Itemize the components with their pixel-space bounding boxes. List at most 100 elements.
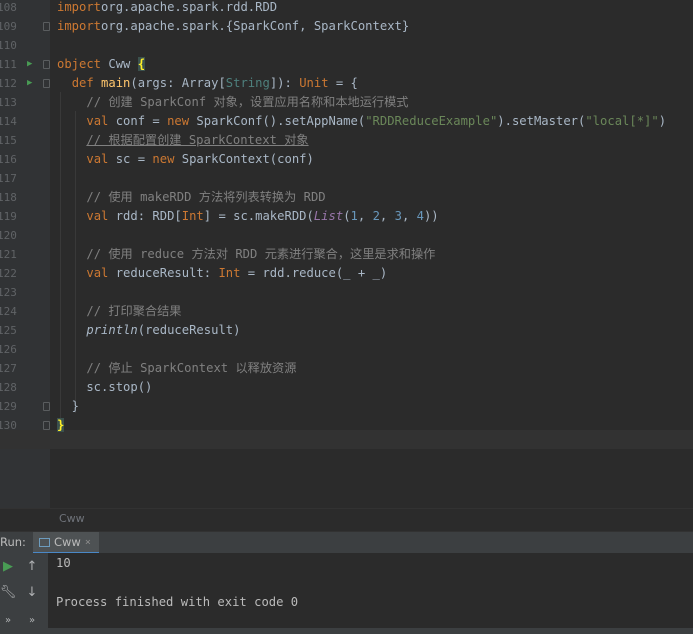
run-gutter-icon[interactable]: ▶	[27, 74, 32, 93]
code-token: Int	[218, 266, 241, 280]
code-token: {	[137, 57, 146, 71]
code-token: )	[658, 114, 667, 128]
line-number: 109	[0, 17, 50, 36]
code-line[interactable]: val rdd: RDD[Int] = sc.makeRDD(List(1, 2…	[57, 207, 439, 226]
code-line[interactable]: println(reduceResult)	[57, 321, 240, 340]
code-line[interactable]: val reduceResult: Int = rdd.reduce(_ + _…	[57, 264, 387, 283]
line-number: 128	[0, 378, 50, 397]
code-line[interactable]: importorg.apache.spark.rdd.RDD	[57, 0, 277, 17]
code-token: Unit	[299, 76, 329, 90]
code-token: }	[57, 399, 80, 413]
code-token: Cww	[101, 57, 138, 71]
code-token: sc.stop()	[57, 380, 153, 394]
line-number-text: 116	[0, 153, 17, 166]
code-line[interactable]: val sc = new SparkContext(conf)	[57, 150, 314, 169]
line-number: 116	[0, 150, 50, 169]
code-token: ,	[379, 209, 395, 223]
code-token: ).setMaster(	[497, 114, 586, 128]
code-line[interactable]: def main(args: Array[String]): Unit = {	[57, 74, 358, 93]
wrench-icon[interactable]: 🔧︎	[0, 583, 18, 603]
code-line[interactable]: }	[57, 416, 65, 435]
code-token: conf =	[108, 114, 168, 128]
code-line[interactable]: // 根据配置创建 SparkContext 对象	[57, 131, 309, 150]
code-token: // 创建 SparkConf 对象，设置应用名称和本地运行模式	[86, 95, 409, 109]
code-editor[interactable]: 108 109 110 111 ▶ 112 ▶ 113 114 115 116 117 118 119 12…	[0, 0, 693, 508]
fold-marker-icon[interactable]	[43, 22, 50, 31]
code-token: (reduceResult)	[137, 323, 241, 337]
close-icon[interactable]: ×	[85, 537, 91, 548]
code-token: SparkConf().setAppName(	[189, 114, 366, 128]
run-panel-header: Run: Cww ×	[0, 531, 693, 554]
console-output[interactable]: 10 Process finished with exit code 0	[48, 553, 693, 634]
console-line: 10	[56, 556, 71, 570]
run-tab-cww[interactable]: Cww ×	[33, 532, 99, 554]
code-line[interactable]: // 使用 makeRDD 方法将列表转换为 RDD	[57, 188, 326, 207]
code-token: ] = sc.makeRDD(	[203, 209, 314, 223]
line-number-text: 128	[0, 381, 17, 394]
code-line[interactable]: // 使用 reduce 方法对 RDD 元素进行聚合，这里是求和操作	[57, 245, 435, 264]
scroll-down-icon[interactable]: ↓	[22, 583, 42, 603]
code-token: SparkContext(conf)	[174, 152, 314, 166]
scroll-up-icon[interactable]: ↑	[22, 557, 42, 577]
line-number: 123	[0, 283, 50, 302]
code-token: ))	[423, 209, 439, 223]
code-line[interactable]: // 打印聚合结果	[57, 302, 181, 321]
code-token: List	[313, 209, 344, 223]
code-line[interactable]: // 停止 SparkContext 以释放资源	[57, 359, 296, 378]
code-token: // 使用 makeRDD 方法将列表转换为 RDD	[86, 190, 326, 204]
code-token: 2	[372, 209, 380, 223]
code-token: val	[86, 209, 109, 223]
code-token: main	[101, 76, 131, 90]
code-line[interactable]: val conf = new SparkConf().setAppName("R…	[57, 112, 666, 131]
code-token: import	[57, 19, 102, 33]
line-number: 108	[0, 0, 50, 17]
fold-marker-icon[interactable]	[43, 421, 50, 430]
line-number-text: 124	[0, 305, 17, 318]
rerun-icon[interactable]: ▶	[0, 557, 18, 577]
fold-marker-icon[interactable]	[43, 79, 50, 88]
line-number-text: 118	[0, 191, 17, 204]
code-token: org.apache.spark.{SparkConf, SparkContex…	[101, 19, 410, 33]
run-tab-label: Cww	[54, 535, 81, 549]
code-token: import	[57, 0, 102, 14]
code-token: // 停止 SparkContext 以释放资源	[86, 361, 297, 375]
code-line[interactable]: importorg.apache.spark.{SparkConf, Spark…	[57, 17, 409, 36]
code-token: (args: Array[	[130, 76, 226, 90]
current-line-highlight	[0, 430, 693, 449]
code-token: new	[152, 152, 175, 166]
line-number-text: 125	[0, 324, 17, 337]
code-line[interactable]: sc.stop()	[57, 378, 152, 397]
code-token: = rdd.reduce(_ + _)	[240, 266, 388, 280]
code-token: // 根据配置创建 SparkContext 对象	[86, 133, 309, 147]
code-line[interactable]: object Cww {	[57, 55, 146, 74]
breadcrumb[interactable]: Cww	[0, 508, 693, 530]
line-number: 110	[0, 36, 50, 55]
run-gutter-icon[interactable]: ▶	[27, 55, 32, 74]
code-line[interactable]: // 创建 SparkConf 对象，设置应用名称和本地运行模式	[57, 93, 408, 112]
code-token: Int	[181, 209, 204, 223]
code-token: val	[86, 152, 109, 166]
line-number-text: 123	[0, 286, 17, 299]
console-icon	[39, 537, 50, 547]
line-number-text: 127	[0, 362, 17, 375]
code-token: "local[*]"	[585, 114, 659, 128]
line-number: 122	[0, 264, 50, 283]
line-number: 113	[0, 93, 50, 112]
breadcrumb-object[interactable]: Cww	[59, 512, 85, 525]
line-number-text: 113	[0, 96, 17, 109]
code-token: sc =	[108, 152, 153, 166]
code-line[interactable]: }	[57, 397, 79, 416]
code-token: val	[86, 114, 109, 128]
fold-marker-icon[interactable]	[43, 60, 50, 69]
line-number: 114	[0, 112, 50, 131]
code-token: def	[71, 76, 94, 90]
fold-marker-icon[interactable]	[43, 402, 50, 411]
line-number: 125	[0, 321, 50, 340]
line-number: 112 ▶	[0, 74, 50, 93]
